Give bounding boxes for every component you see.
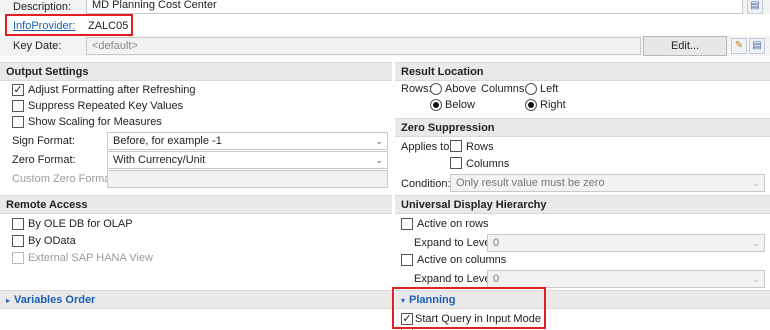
hana-view-label: External SAP HANA View <box>28 252 153 264</box>
active-rows-label: Active on rows <box>417 218 489 230</box>
condition-select: Only result value must be zero ⌄ <box>450 174 765 192</box>
left-label: Left <box>540 83 559 95</box>
expand-rows-label: Expand to Level: <box>414 237 496 249</box>
custom-zero-format-label: Custom Zero Format: <box>12 173 117 185</box>
chevron-down-icon: ⌄ <box>752 238 760 248</box>
rows-label: Rows: <box>401 83 432 95</box>
chevron-down-icon: ⌄ <box>375 136 383 146</box>
sign-format-select[interactable]: Before, for example -1 ⌄ <box>107 132 388 150</box>
zero-columns-label: Columns <box>466 158 510 170</box>
active-rows-checkbox[interactable] <box>401 218 413 230</box>
adjust-formatting-checkbox[interactable]: ✓ <box>12 84 24 96</box>
zero-format-value: With Currency/Unit <box>113 154 206 166</box>
ole-db-checkbox[interactable] <box>12 218 24 230</box>
suppress-repeated-label: Suppress Repeated Key Values <box>28 100 184 112</box>
zero-rows-label: Rows <box>466 141 494 153</box>
custom-zero-format-field <box>107 170 388 188</box>
active-columns-checkbox[interactable] <box>401 254 413 266</box>
suppress-repeated-checkbox[interactable] <box>12 100 24 112</box>
zero-rows-checkbox[interactable] <box>450 140 462 152</box>
planning-highlight <box>392 287 546 329</box>
ole-db-label: By OLE DB for OLAP <box>28 218 133 230</box>
infoprovider-highlight <box>5 14 133 36</box>
keydate-field[interactable]: <default> <box>86 37 641 55</box>
below-radio[interactable] <box>430 99 442 111</box>
universal-display-header: Universal Display Hierarchy <box>395 195 770 214</box>
below-label: Below <box>445 99 475 111</box>
sign-format-value: Before, for example -1 <box>113 135 222 147</box>
above-radio[interactable] <box>430 83 442 95</box>
zero-format-select[interactable]: With Currency/Unit ⌄ <box>107 151 388 169</box>
adjust-formatting-label: Adjust Formatting after Refreshing <box>28 84 196 96</box>
chevron-down-icon: ⌄ <box>375 155 383 165</box>
expand-columns-select: 0 ⌄ <box>487 270 765 288</box>
odata-checkbox[interactable] <box>12 235 24 247</box>
zero-columns-checkbox[interactable] <box>450 157 462 169</box>
description-field[interactable]: MD Planning Cost Center <box>86 0 743 14</box>
output-settings-header: Output Settings <box>0 62 392 81</box>
edit-button[interactable]: Edit... <box>643 36 727 56</box>
remote-access-header: Remote Access <box>0 195 392 214</box>
description-label: Description: <box>13 1 72 13</box>
condition-value: Only result value must be zero <box>456 177 605 189</box>
expand-rows-select: 0 ⌄ <box>487 234 765 252</box>
hana-view-checkbox <box>12 252 24 264</box>
zero-suppression-header: Zero Suppression <box>395 118 770 137</box>
right-label: Right <box>540 99 566 111</box>
value-help-icon[interactable]: ▤ <box>747 0 763 14</box>
chevron-right-icon: ▸ <box>6 296 11 305</box>
active-columns-label: Active on columns <box>417 254 507 266</box>
chevron-down-icon: ⌄ <box>752 178 760 188</box>
variables-order-header[interactable]: ▸ Variables Order <box>0 290 392 309</box>
odata-label: By OData <box>28 235 76 247</box>
expand-columns-label: Expand to Level: <box>414 273 496 285</box>
chevron-down-icon: ⌄ <box>752 274 760 284</box>
columns-label: Columns: <box>481 83 528 95</box>
result-location-header: Result Location <box>395 62 770 81</box>
value-help-icon[interactable]: ▤ <box>749 38 765 54</box>
right-radio[interactable] <box>525 99 537 111</box>
condition-label: Condition: <box>401 178 451 190</box>
keydate-label: Key Date: <box>13 40 62 52</box>
applies-to-label: Applies to: <box>401 141 453 153</box>
show-scaling-checkbox[interactable] <box>12 116 24 128</box>
show-scaling-label: Show Scaling for Measures <box>28 116 162 128</box>
pencil-icon[interactable]: ✎ <box>731 38 747 54</box>
variables-order-title: Variables Order <box>14 294 96 306</box>
expand-rows-value: 0 <box>493 237 500 249</box>
expand-columns-value: 0 <box>493 273 500 285</box>
above-label: Above <box>445 83 477 95</box>
zero-format-label: Zero Format: <box>12 154 76 166</box>
left-radio[interactable] <box>525 83 537 95</box>
sign-format-label: Sign Format: <box>12 135 75 147</box>
